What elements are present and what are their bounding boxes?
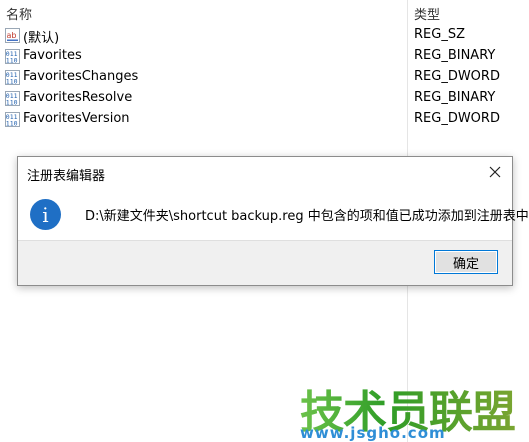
value-type: REG_BINARY — [414, 48, 496, 63]
value-type: REG_BINARY — [414, 90, 496, 105]
binary-value-icon: 011 110 — [5, 49, 20, 64]
site-watermark: 技术员联盟 www.jsgho.com — [300, 376, 529, 442]
dialog-title: 注册表编辑器 — [27, 169, 106, 184]
watermark-url: www.jsgho.com — [300, 424, 446, 442]
info-icon: i — [30, 199, 61, 230]
value-type: REG_SZ — [414, 27, 465, 42]
column-header-name[interactable]: 名称 — [6, 4, 32, 23]
value-type: REG_DWORD — [414, 69, 500, 84]
registry-value-row[interactable]: 011 110 FavoritesVersion REG_DWORD — [0, 109, 529, 130]
dialog-message: D:\新建文件夹\shortcut backup.reg 中包含的项和值已成功添… — [85, 209, 529, 224]
registry-value-row[interactable]: 011 110 FavoritesChanges REG_DWORD — [0, 67, 529, 88]
binary-value-icon: 011 110 — [5, 112, 20, 127]
registry-value-row[interactable]: ab (默认) REG_SZ — [0, 25, 529, 46]
value-name: Favorites — [23, 48, 82, 63]
string-value-icon: ab — [5, 28, 20, 43]
info-icon-glyph: i — [42, 202, 49, 227]
svg-text:110: 110 — [6, 99, 18, 107]
ok-button[interactable]: 确定 — [434, 250, 498, 274]
value-name: FavoritesVersion — [23, 111, 130, 126]
binary-value-icon: 011 110 — [5, 70, 20, 85]
registry-value-row[interactable]: 011 110 Favorites REG_BINARY — [0, 46, 529, 67]
value-type: REG_DWORD — [414, 111, 500, 126]
binary-value-icon: 011 110 — [5, 91, 20, 106]
dialog-body: i D:\新建文件夹\shortcut backup.reg 中包含的项和值已成… — [18, 187, 529, 241]
value-name: FavoritesResolve — [23, 90, 133, 105]
svg-text:110: 110 — [6, 78, 18, 86]
registry-value-row[interactable]: 011 110 FavoritesResolve REG_BINARY — [0, 88, 529, 109]
column-header: 名称 类型 — [0, 0, 529, 24]
registry-editor-dialog: 注册表编辑器 i D:\新建文件夹\shortcut backup.reg 中包… — [17, 156, 529, 286]
value-name: FavoritesChanges — [23, 69, 139, 84]
close-button[interactable] — [478, 157, 512, 187]
column-header-type[interactable]: 类型 — [414, 4, 440, 23]
svg-text:ab: ab — [7, 31, 17, 40]
value-name: (默认) — [23, 31, 60, 46]
svg-text:110: 110 — [6, 57, 18, 65]
close-icon — [489, 166, 501, 178]
svg-text:110: 110 — [6, 120, 18, 128]
dialog-footer: 确定 — [18, 240, 512, 285]
